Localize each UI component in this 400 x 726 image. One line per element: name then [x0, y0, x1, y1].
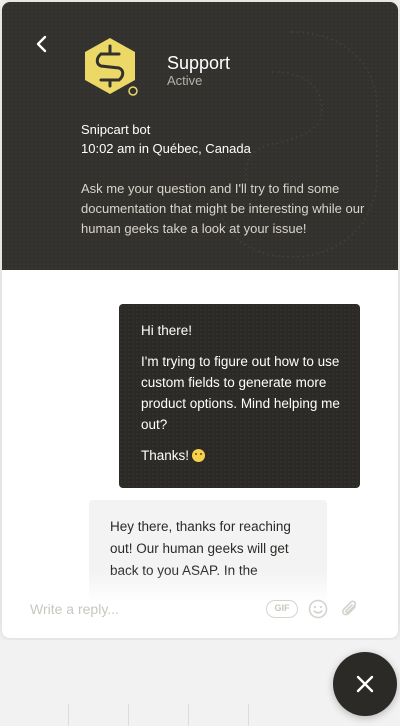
attach-button[interactable] — [340, 598, 360, 620]
agent-status: Active — [167, 73, 203, 88]
gif-button[interactable]: GIF — [266, 600, 298, 618]
close-icon — [356, 675, 374, 693]
user-message-bubble: Hi there! I'm trying to figure out how t… — [119, 304, 360, 488]
reply-input[interactable] — [30, 596, 250, 622]
agent-name: Support — [167, 53, 231, 73]
user-message-line: Hi there! — [141, 323, 193, 338]
reply-composer: GIF — [2, 586, 398, 638]
background-divider — [128, 704, 129, 726]
background-divider — [248, 704, 249, 726]
user-message-thanks: Thanks! — [141, 448, 190, 463]
chevron-left-icon — [36, 35, 47, 53]
user-message-line: I'm trying to figure out how to use cust… — [141, 354, 340, 432]
chat-widget: Support Active Snipcart bot 10:02 am in … — [2, 2, 398, 638]
bot-name: Snipcart bot — [81, 122, 151, 137]
background-divider — [188, 704, 189, 726]
snipcart-logo — [85, 38, 138, 96]
close-chat-button[interactable] — [333, 652, 397, 716]
message-list: Hi there! I'm trying to figure out how t… — [2, 270, 398, 638]
user-message-line: Thanks! — [141, 445, 340, 466]
emoji-button[interactable] — [308, 599, 328, 619]
smiley-emoji-icon — [192, 449, 206, 462]
chat-header: Support Active Snipcart bot 10:02 am in … — [2, 2, 398, 270]
chat-page: Support Active Snipcart bot 10:02 am in … — [0, 0, 400, 726]
back-button[interactable] — [32, 34, 52, 54]
bot-local-time: 10:02 am in Québec, Canada — [81, 141, 251, 156]
paperclip-icon — [342, 600, 357, 616]
background-divider — [68, 704, 69, 726]
intro-text: Ask me your question and I'll try to fin… — [81, 181, 365, 236]
smiley-icon — [308, 599, 328, 619]
